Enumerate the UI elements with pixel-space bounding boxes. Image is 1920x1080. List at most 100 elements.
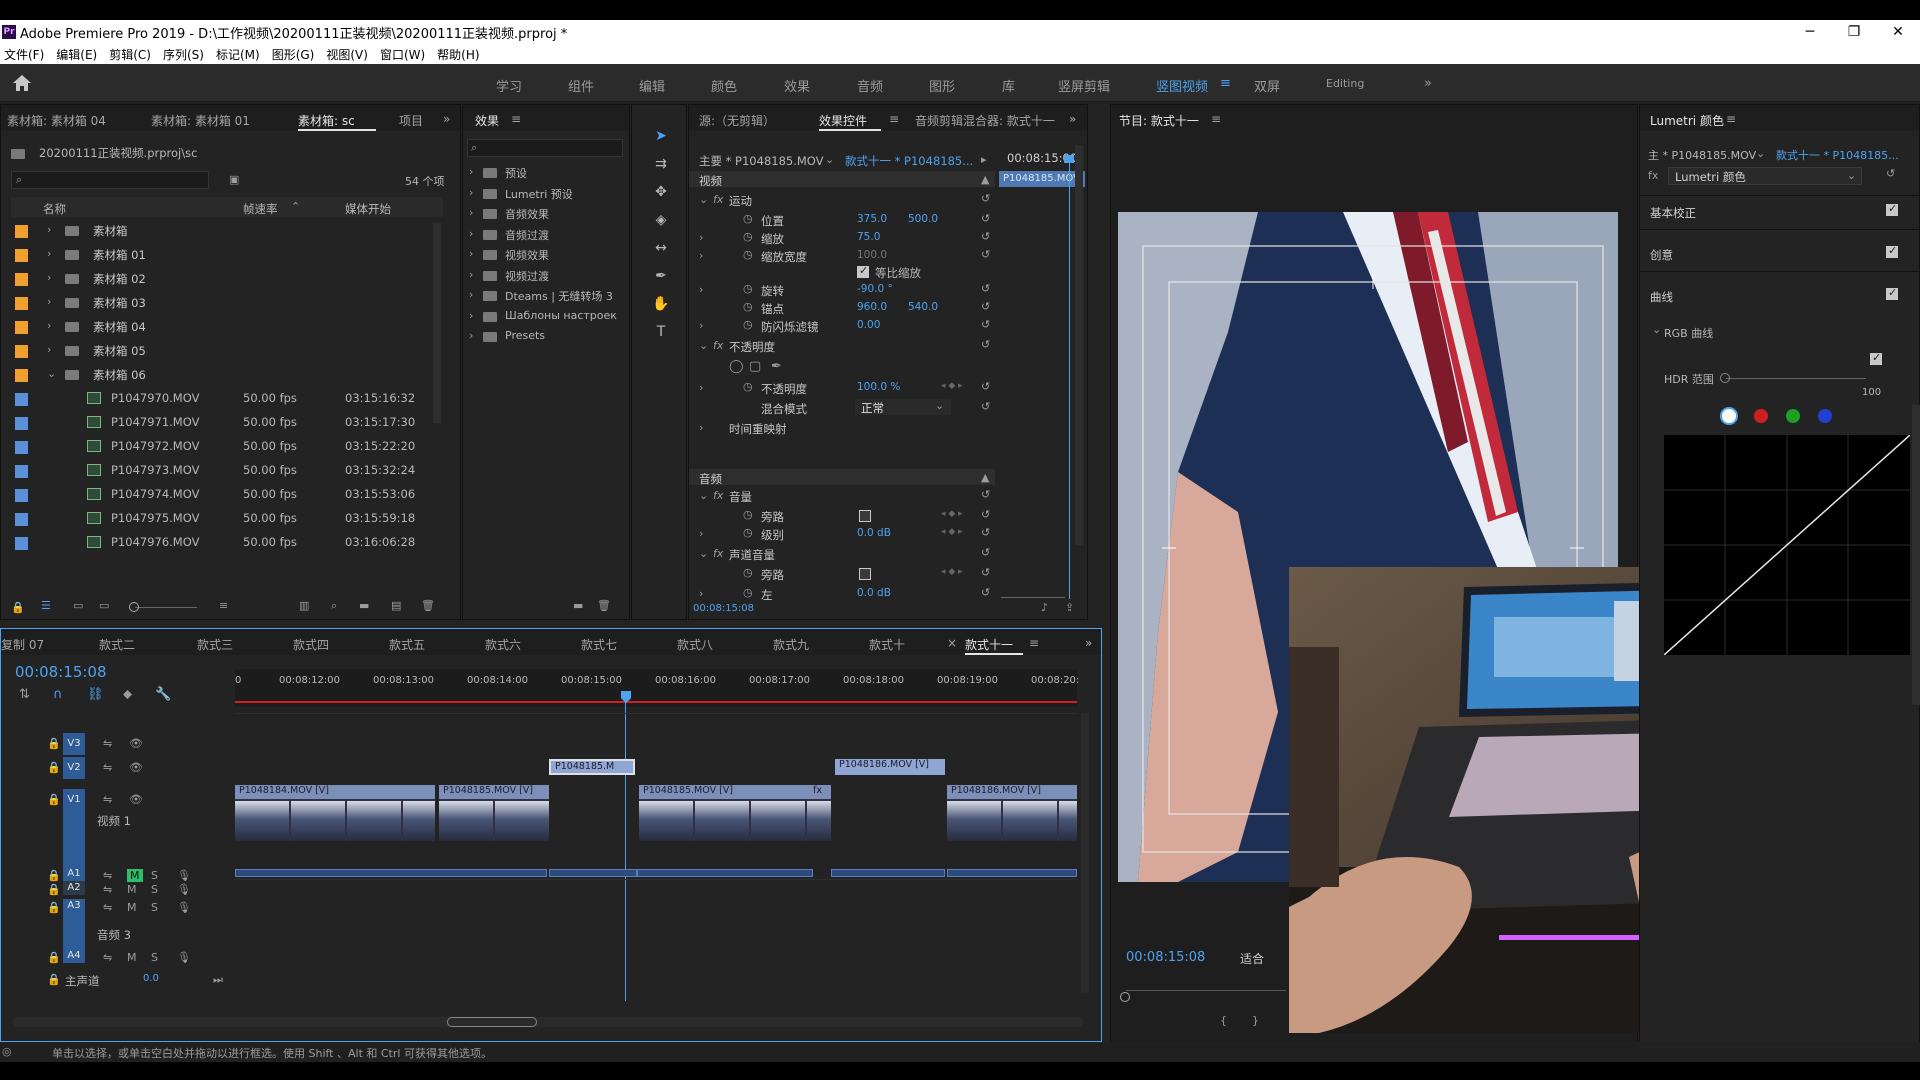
effect-category[interactable]: 视频效果: [505, 247, 549, 263]
clip-name[interactable]: P1047971.MOV: [111, 415, 199, 429]
bin-name[interactable]: 素材箱 05: [93, 343, 146, 359]
playhead-line[interactable]: [625, 701, 626, 1001]
track-lock-icon[interactable]: 🔒: [47, 761, 61, 774]
tab-effect-controls[interactable]: 效果控件: [819, 112, 867, 129]
chevron-right-icon[interactable]: ›: [47, 319, 51, 332]
sync-lock-icon[interactable]: ⇋: [103, 737, 112, 750]
program-fit-dropdown[interactable]: 适合: [1240, 950, 1264, 967]
tab-bin-sc[interactable]: 素材箱: sc: [298, 112, 355, 129]
menu-marker[interactable]: 标记(M): [212, 46, 268, 63]
mark-in-icon[interactable]: {: [1220, 1014, 1227, 1027]
workspace-learn[interactable]: 学习: [496, 76, 522, 95]
sequence-tab[interactable]: 款式四: [293, 636, 329, 653]
chevron-right-icon[interactable]: ›: [469, 247, 473, 260]
sequence-tab[interactable]: 款式五: [389, 636, 425, 653]
bypass-checkbox[interactable]: [859, 568, 871, 580]
chevron-right-icon[interactable]: ›: [699, 319, 703, 332]
tab-lumetri[interactable]: Lumetri 颜色: [1650, 112, 1724, 129]
master-clip-label[interactable]: 主要 * P1048185.MOV: [699, 153, 824, 169]
work-area-bar[interactable]: [235, 701, 1077, 703]
ec-clip-bar[interactable]: P1048185.MOV: [999, 171, 1085, 187]
bin-name[interactable]: 素材箱 04: [93, 319, 146, 335]
chevron-right-icon[interactable]: ›: [469, 329, 473, 342]
timeline-settings-icon[interactable]: 🔧: [155, 687, 171, 702]
bin-name[interactable]: 素材箱 06: [93, 367, 146, 383]
menu-graphics[interactable]: 图形(G): [268, 46, 323, 63]
stopwatch-icon[interactable]: ◷: [743, 526, 753, 539]
section-curves[interactable]: 曲线: [1650, 289, 1673, 305]
timeline-clip-v1[interactable]: P1048185.MOV [V]: [639, 785, 831, 841]
close-tab-icon[interactable]: ×: [947, 636, 957, 650]
track-target-v2[interactable]: V2: [63, 757, 85, 779]
creative-checkbox[interactable]: [1886, 244, 1898, 258]
tab-effects[interactable]: 效果: [475, 112, 499, 129]
reset-icon[interactable]: ↺: [981, 586, 990, 599]
curves-checkbox[interactable]: [1886, 286, 1898, 300]
lumetri-master-clip[interactable]: 主 * P1048185.MOV: [1648, 147, 1756, 163]
home-icon[interactable]: [12, 74, 32, 92]
menu-clip[interactable]: 剪辑(C): [105, 46, 159, 63]
workspace-audio[interactable]: 音频: [857, 76, 883, 95]
effect-controls-menu-icon[interactable]: ≡: [889, 112, 899, 126]
property-value[interactable]: 0.0 dB: [857, 527, 891, 539]
pen-mask-icon[interactable]: ✒: [771, 359, 782, 374]
chevron-right-icon[interactable]: ›: [469, 288, 473, 301]
workspace-overflow-icon[interactable]: »: [1424, 76, 1432, 91]
rectangle-mask-icon[interactable]: ▢: [749, 359, 761, 374]
track-lock-icon[interactable]: 🔒: [47, 901, 61, 914]
collapse-icon[interactable]: ▲: [981, 173, 989, 186]
sequence-tab[interactable]: 款式九: [773, 636, 809, 653]
timeline-clip-v1[interactable]: fx: [809, 785, 831, 841]
mute-icon[interactable]: M: [127, 869, 143, 882]
menu-view[interactable]: 视图(V): [322, 46, 376, 63]
project-search-input[interactable]: ⌕: [11, 171, 209, 189]
track-target-a3[interactable]: A3: [63, 899, 85, 955]
timeline-audio-clip[interactable]: [947, 869, 1077, 877]
timeline-audio-clip[interactable]: [549, 869, 637, 877]
chevron-right-icon[interactable]: ›: [47, 271, 51, 284]
new-bin-icon[interactable]: ▬: [359, 599, 369, 612]
keyframe-navigator-icon[interactable]: ◂ ◆ ▸: [941, 509, 963, 519]
effect-category[interactable]: 音频过渡: [505, 227, 549, 243]
selection-tool-icon[interactable]: ➤: [652, 127, 670, 145]
timeline-clip-v2-selected[interactable]: P1048185.M: [549, 759, 635, 775]
track-lock-icon[interactable]: 🔒: [47, 793, 61, 806]
go-to-out-icon[interactable]: ⏭: [213, 973, 223, 987]
track-lock-icon[interactable]: 🔒: [47, 973, 61, 986]
fx-badge-icon[interactable]: fx: [713, 339, 723, 352]
lumetri-scrollbar[interactable]: [1912, 405, 1920, 705]
track-visibility-icon[interactable]: 👁: [129, 737, 143, 750]
program-zoom-handle[interactable]: [1120, 992, 1130, 1002]
voice-over-icon[interactable]: 🎙: [177, 901, 191, 914]
track-target-a1[interactable]: A1: [63, 867, 85, 881]
hdr-slider[interactable]: [1726, 378, 1866, 379]
lock-icon[interactable]: 🔒: [11, 601, 25, 614]
chevron-right-icon[interactable]: ›: [47, 247, 51, 260]
mute-icon[interactable]: M: [127, 901, 137, 914]
tab-bin-04[interactable]: 素材箱: 素材箱 04: [7, 112, 106, 129]
hand-tool-icon[interactable]: ✋: [652, 295, 670, 313]
track-lock-icon[interactable]: 🔒: [47, 883, 61, 896]
clip-name[interactable]: P1047970.MOV: [111, 391, 199, 405]
pen-tool-icon[interactable]: ✒: [652, 267, 670, 285]
clear-icon[interactable]: 🗑: [421, 599, 435, 612]
section-creative[interactable]: 创意: [1650, 247, 1673, 263]
uniform-scale-checkbox[interactable]: [857, 264, 869, 278]
clip-name[interactable]: P1047972.MOV: [111, 439, 199, 453]
property-value[interactable]: 500.0: [908, 213, 938, 225]
panel-overflow-icon[interactable]: »: [1085, 636, 1092, 650]
ec-playhead-handle[interactable]: [1064, 155, 1074, 163]
collapse-icon[interactable]: ▲: [981, 471, 989, 484]
insert-nested-icon[interactable]: ⇅: [19, 687, 30, 702]
mute-icon[interactable]: M: [127, 951, 137, 964]
rgb-curves-label[interactable]: RGB 曲线: [1664, 325, 1713, 341]
reset-icon[interactable]: ↺: [981, 488, 990, 501]
master-volume-value[interactable]: 0.0: [143, 973, 159, 984]
menu-help[interactable]: 帮助(H): [433, 46, 487, 63]
clip-name[interactable]: P1047975.MOV: [111, 511, 199, 525]
zoom-slider[interactable]: [135, 607, 197, 608]
reset-icon[interactable]: ↺: [981, 566, 990, 579]
menu-sequence[interactable]: 序列(S): [159, 46, 212, 63]
chevron-right-icon[interactable]: ›: [699, 587, 703, 600]
timeline-zoom-handle[interactable]: [447, 1017, 537, 1027]
